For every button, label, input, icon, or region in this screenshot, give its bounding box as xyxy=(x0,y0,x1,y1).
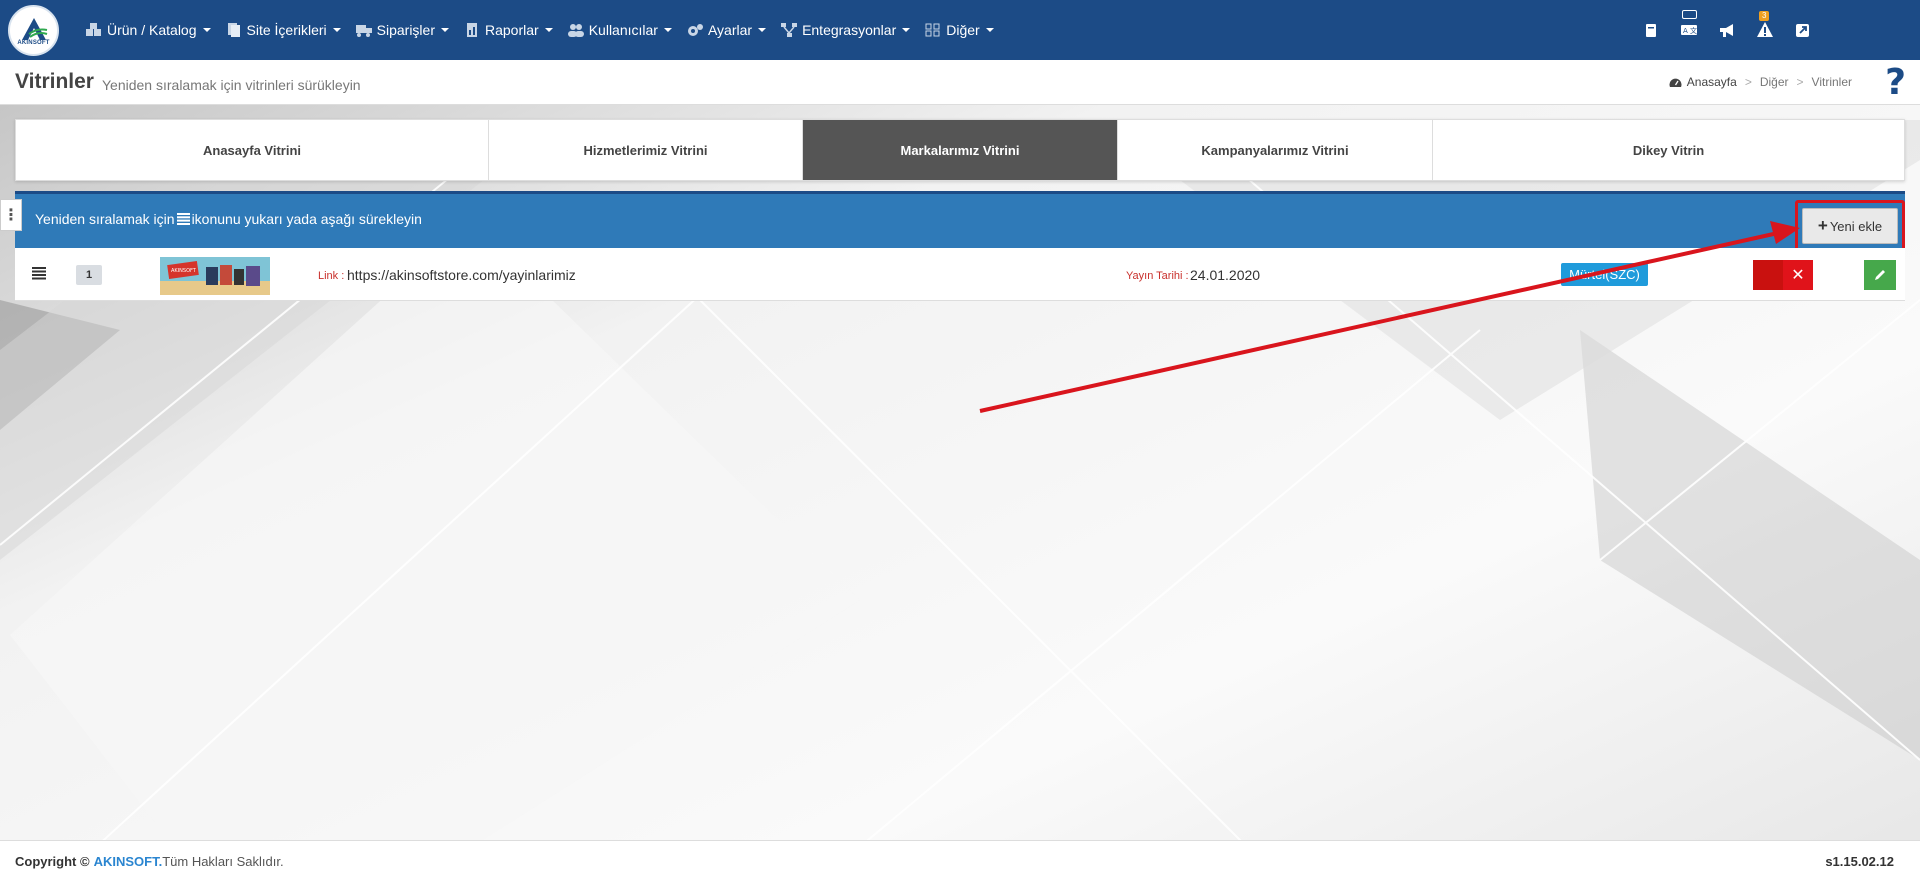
nav-item-diger[interactable]: Diğer xyxy=(925,22,994,38)
nav-item-label: Diğer xyxy=(946,22,980,38)
version-label: s1.15.02.12 xyxy=(1825,854,1894,869)
pencil-icon xyxy=(1875,270,1885,280)
caret-down-icon xyxy=(544,28,553,32)
nav-item-urun-katalog[interactable]: Ürün / Katalog xyxy=(86,22,211,38)
caret-down-icon xyxy=(985,28,994,32)
add-new-button[interactable]: + Yeni ekle xyxy=(1802,208,1898,244)
nav-item-kullanicilar[interactable]: Kullanıcılar xyxy=(567,22,672,38)
delete-button[interactable]: ✕ xyxy=(1753,260,1813,290)
external-link-icon[interactable] xyxy=(1794,21,1812,39)
tab-hizmetlerimiz-vitrini[interactable]: Hizmetlerimiz Vitrini xyxy=(489,120,803,180)
boxes-icon xyxy=(86,23,101,36)
breadcrumb-separator: > xyxy=(1744,75,1752,89)
tab-kampanyalarimiz-vitrini[interactable]: Kampanyalarımız Vitrini xyxy=(1118,120,1433,180)
breadcrumb-home[interactable]: Anasayfa xyxy=(1687,75,1737,89)
caret-down-icon xyxy=(663,28,672,32)
instruction-text-after: ikonunu yukarı yada aşağı sürekleyin xyxy=(191,211,422,227)
users-icon xyxy=(567,24,584,37)
thumbnail-brand-text: AKINSOFT xyxy=(171,268,197,274)
breadcrumb-separator: > xyxy=(1796,75,1804,89)
bars-icon xyxy=(176,213,190,225)
truck-icon xyxy=(355,25,372,37)
svg-text:A 文: A 文 xyxy=(1683,26,1697,35)
grid-icon xyxy=(925,23,940,37)
book-icon[interactable] xyxy=(1642,21,1660,39)
nav-item-label: Kullanıcılar xyxy=(588,22,658,38)
panel-header: Yeniden sıralamak için ikonunu yukarı ya… xyxy=(15,191,1905,252)
rights-text: Tüm Hakları Saklıdır. xyxy=(162,854,284,869)
caret-down-icon xyxy=(332,28,341,32)
reorder-instruction: Yeniden sıralamak için ikonunu yukarı ya… xyxy=(35,211,422,227)
tab-dikey-vitrin[interactable]: Dikey Vitrin xyxy=(1433,120,1904,180)
drag-handle-icon[interactable] xyxy=(32,266,46,280)
publish-date-label: Yayın Tarihi : xyxy=(1126,270,1189,282)
link-label: Link : xyxy=(318,270,345,282)
nav-item-site-icerikleri[interactable]: Site İçerikleri xyxy=(226,22,341,38)
warning-icon[interactable]: 3 xyxy=(1756,11,1774,39)
breadcrumb-diger[interactable]: Diğer xyxy=(1760,75,1789,89)
navbar-right-tools: A 文 3 xyxy=(1622,0,1812,60)
side-panel-toggle[interactable]: ⋮ xyxy=(0,199,22,231)
nav-item-label: Siparişler xyxy=(376,22,435,38)
publish-date: 24.01.2020 xyxy=(1190,267,1261,283)
copyright-text: Copyright © xyxy=(15,854,90,869)
caret-down-icon xyxy=(902,28,911,32)
nav-item-raporlar[interactable]: Raporlar xyxy=(464,22,553,38)
nav-item-label: Entegrasyonlar xyxy=(802,22,897,38)
translate-icon[interactable]: A 文 xyxy=(1680,10,1698,39)
report-icon xyxy=(467,23,477,37)
documents-icon xyxy=(227,23,240,37)
breadcrumb-vitrinler: Vitrinler xyxy=(1811,75,1852,89)
page-title: Vitrinler xyxy=(15,70,94,93)
link-url[interactable]: https://akinsoftstore.com/yayinlarimiz xyxy=(347,267,576,283)
brand-link[interactable]: AKINSOFT. xyxy=(94,854,163,869)
top-navbar: AKINSOFT Ürün / Katalog Site İçerikleri … xyxy=(0,0,1920,60)
edit-button[interactable] xyxy=(1864,260,1896,290)
order-number: 1 xyxy=(76,265,102,285)
caret-down-icon xyxy=(202,28,211,32)
footer: Copyright © AKINSOFT. Tüm Hakları Saklıd… xyxy=(0,840,1920,880)
tab-markalarimiz-vitrini[interactable]: Markalarımız Vitrini xyxy=(803,120,1118,180)
help-icon[interactable]: ? xyxy=(1885,62,1906,103)
akinsoft-logo[interactable]: AKINSOFT xyxy=(8,5,59,56)
page-subtitle: Yeniden sıralamak için vitrinleri sürükl… xyxy=(102,77,361,93)
page-header: Vitrinler Yeniden sıralamak için vitrinl… xyxy=(0,60,1920,105)
nav-item-siparisler[interactable]: Siparişler xyxy=(355,22,449,38)
nav-item-label: Ayarlar xyxy=(707,22,753,38)
add-new-label: Yeni ekle xyxy=(1829,218,1883,234)
nav-item-label: Ürün / Katalog xyxy=(107,22,197,38)
breadcrumb: Anasayfa > Diğer > Vitrinler xyxy=(1669,75,1852,89)
showcase-tabs: Anasayfa Vitrini Hizmetlerimiz Vitrini M… xyxy=(15,119,1905,181)
warning-count-badge: 3 xyxy=(1759,11,1770,21)
nav-item-entegrasyonlar[interactable]: Entegrasyonlar xyxy=(781,22,911,38)
network-icon xyxy=(781,23,798,37)
keyboard-icon xyxy=(1682,10,1697,19)
status-badge: Mürtel(SZC) xyxy=(1561,263,1648,286)
table-row: 1 AKINSOFT Link : https://akinsoftstore.… xyxy=(15,248,1905,301)
main-menu: Ürün / Katalog Site İçerikleri Siparişle… xyxy=(86,0,1009,60)
caret-down-icon xyxy=(441,28,449,32)
logo-text: AKINSOFT xyxy=(17,39,50,46)
footer-copyright: Copyright © AKINSOFT. Tüm Hakları Saklıd… xyxy=(15,854,284,869)
instruction-text-before: Yeniden sıralamak için xyxy=(35,211,175,227)
megaphone-icon[interactable] xyxy=(1718,21,1736,39)
close-icon: ✕ xyxy=(1783,260,1813,290)
tab-anasayfa-vitrini[interactable]: Anasayfa Vitrini xyxy=(16,120,489,180)
nav-item-label: Site İçerikleri xyxy=(246,22,327,38)
dashboard-icon xyxy=(1669,78,1682,87)
gears-icon xyxy=(687,24,703,36)
caret-down-icon xyxy=(758,28,767,32)
logo-mark-icon xyxy=(21,17,47,40)
plus-icon: + xyxy=(1817,216,1828,235)
showcase-thumbnail[interactable]: AKINSOFT xyxy=(160,257,270,295)
nav-item-ayarlar[interactable]: Ayarlar xyxy=(687,22,767,38)
nav-item-label: Raporlar xyxy=(485,22,539,38)
